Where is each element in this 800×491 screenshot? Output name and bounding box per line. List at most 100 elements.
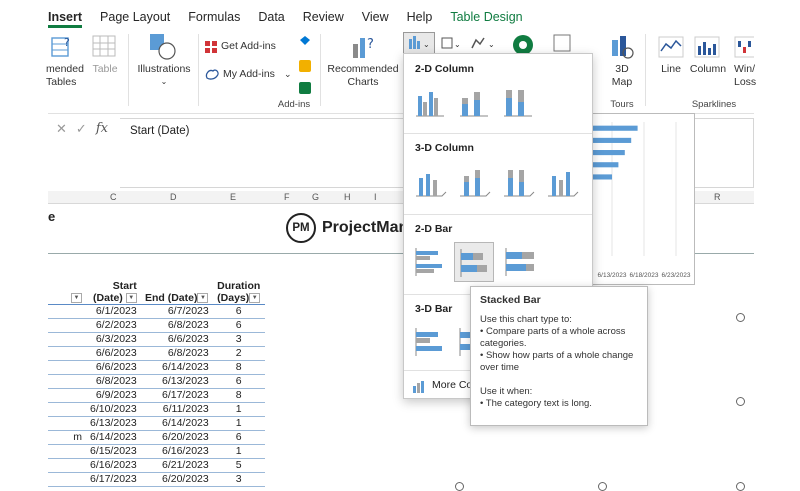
- filter-dropdown-icon[interactable]: ▼: [125, 292, 137, 303]
- 3d-clustered-bar-option[interactable]: [412, 324, 448, 360]
- filter-dropdown-icon[interactable]: ▼: [249, 292, 261, 303]
- start-date-cell[interactable]: 6/1/2023: [86, 304, 141, 319]
- 3d-clustered-column-option[interactable]: [412, 164, 448, 200]
- end-date-cell[interactable]: 6/7/2023: [140, 304, 213, 319]
- tab-review[interactable]: Review: [303, 6, 344, 28]
- filter-dropdown-icon[interactable]: ▼: [197, 292, 209, 303]
- more-column-charts-link[interactable]: More Co: [432, 379, 472, 391]
- confirm-icon[interactable]: ✓: [76, 121, 87, 141]
- resize-handle[interactable]: [736, 482, 745, 491]
- table-button[interactable]: Table: [92, 30, 120, 114]
- 100-stacked-column-option[interactable]: [500, 84, 536, 120]
- end-date-cell[interactable]: 6/13/2023: [140, 374, 213, 389]
- start-date-cell[interactable]: 6/17/2023: [86, 472, 141, 487]
- 3d-100-stacked-column-option[interactable]: [500, 164, 536, 200]
- task-cell[interactable]: [48, 458, 86, 473]
- column-header[interactable]: E: [230, 192, 236, 202]
- recommended-charts-button[interactable]: ? Recommended Charts: [326, 30, 400, 114]
- end-date-cell[interactable]: 6/8/2023: [140, 318, 213, 333]
- duration-cell[interactable]: 8: [212, 388, 265, 403]
- start-date-cell[interactable]: 6/6/2023: [86, 346, 141, 361]
- start-date-cell[interactable]: 6/3/2023: [86, 332, 141, 347]
- duration-cell[interactable]: 3: [212, 472, 265, 487]
- end-date-cell[interactable]: 6/14/2023: [140, 360, 213, 375]
- sparkline-column-button[interactable]: Column: [686, 63, 730, 76]
- sparkline-winloss-button[interactable]: Win/ Loss: [734, 63, 758, 89]
- duration-cell[interactable]: 6: [212, 304, 265, 319]
- clustered-bar-option[interactable]: [412, 244, 448, 280]
- start-date-cell[interactable]: 6/2/2023: [86, 318, 141, 333]
- resize-handle[interactable]: [736, 397, 745, 406]
- task-cell[interactable]: [48, 318, 86, 333]
- end-date-cell[interactable]: 6/20/2023: [140, 430, 213, 445]
- end-date-cell[interactable]: 6/8/2023: [140, 346, 213, 361]
- end-date-cell[interactable]: 6/6/2023: [140, 332, 213, 347]
- duration-cell[interactable]: 1: [212, 444, 265, 459]
- task-cell[interactable]: [48, 388, 86, 403]
- start-date-cell[interactable]: 6/14/2023: [86, 430, 141, 445]
- insert-function-icon[interactable]: fx: [96, 121, 108, 141]
- sparkline-line-button[interactable]: Line: [656, 63, 686, 76]
- illustrations-button[interactable]: Illustrations ⌄: [134, 30, 194, 114]
- resize-handle[interactable]: [598, 482, 607, 491]
- my-addins-chevron-icon[interactable]: ⌄: [284, 68, 292, 81]
- task-cell[interactable]: [48, 444, 86, 459]
- tab-table-design[interactable]: Table Design: [450, 6, 522, 28]
- clustered-column-option[interactable]: [412, 84, 448, 120]
- get-addins-button[interactable]: Get Add-ins: [221, 40, 276, 53]
- column-header[interactable]: F: [284, 192, 290, 202]
- insert-column-chart-button[interactable]: ⌄: [403, 32, 435, 54]
- column-header[interactable]: R: [714, 192, 721, 202]
- task-cell[interactable]: [48, 346, 86, 361]
- start-date-cell[interactable]: 6/6/2023: [86, 360, 141, 375]
- duration-cell[interactable]: 2: [212, 346, 265, 361]
- addin-app-icons[interactable]: [298, 34, 312, 98]
- task-cell[interactable]: [48, 416, 86, 431]
- column-header[interactable]: D: [170, 192, 177, 202]
- duration-cell[interactable]: 1: [212, 416, 265, 431]
- start-date-cell[interactable]: 6/13/2023: [86, 416, 141, 431]
- pivot-chart-icon[interactable]: [553, 34, 573, 54]
- resize-handle[interactable]: [736, 313, 745, 322]
- duration-cell[interactable]: 1: [212, 402, 265, 417]
- tab-help[interactable]: Help: [407, 6, 433, 28]
- tab-insert[interactable]: Insert: [48, 6, 83, 28]
- task-cell[interactable]: [48, 402, 86, 417]
- cancel-icon[interactable]: ✕: [56, 121, 67, 141]
- duration-cell[interactable]: 6: [212, 430, 265, 445]
- duration-cell[interactable]: 6: [212, 374, 265, 389]
- other-chart-type-icons[interactable]: ⌄ ⌄: [440, 34, 500, 54]
- duration-cell[interactable]: 6: [212, 318, 265, 333]
- column-header[interactable]: G: [312, 192, 319, 202]
- task-cell[interactable]: [48, 304, 86, 319]
- task-cell[interactable]: [48, 360, 86, 375]
- recommended-tables-button[interactable]: ? mended Tables: [46, 30, 98, 114]
- task-cell[interactable]: [48, 472, 86, 487]
- tab-formulas[interactable]: Formulas: [188, 6, 240, 28]
- duration-cell[interactable]: 8: [212, 360, 265, 375]
- 3d-column-option[interactable]: [544, 164, 580, 200]
- my-addins-button[interactable]: My Add-ins: [223, 68, 275, 81]
- 3d-stacked-column-option[interactable]: [456, 164, 492, 200]
- resize-handle[interactable]: [455, 482, 464, 491]
- end-date-cell[interactable]: 6/21/2023: [140, 458, 213, 473]
- start-date-cell[interactable]: 6/16/2023: [86, 458, 141, 473]
- start-date-cell[interactable]: 6/8/2023: [86, 374, 141, 389]
- stacked-column-option[interactable]: [456, 84, 492, 120]
- task-cell[interactable]: [48, 374, 86, 389]
- end-date-cell[interactable]: 6/20/2023: [140, 472, 213, 487]
- end-date-cell[interactable]: 6/11/2023: [140, 402, 213, 417]
- end-date-cell[interactable]: 6/17/2023: [140, 388, 213, 403]
- start-date-cell[interactable]: 6/15/2023: [86, 444, 141, 459]
- 100-stacked-bar-option[interactable]: [502, 244, 538, 280]
- column-header[interactable]: C: [110, 192, 117, 202]
- tab-data[interactable]: Data: [258, 6, 284, 28]
- task-cell[interactable]: [48, 332, 86, 347]
- stacked-bar-option[interactable]: [454, 242, 494, 282]
- duration-cell[interactable]: 5: [212, 458, 265, 473]
- start-date-cell[interactable]: 6/10/2023: [86, 402, 141, 417]
- column-header[interactable]: H: [344, 192, 351, 202]
- tab-page-layout[interactable]: Page Layout: [100, 6, 170, 28]
- tab-view[interactable]: View: [362, 6, 389, 28]
- start-date-cell[interactable]: 6/9/2023: [86, 388, 141, 403]
